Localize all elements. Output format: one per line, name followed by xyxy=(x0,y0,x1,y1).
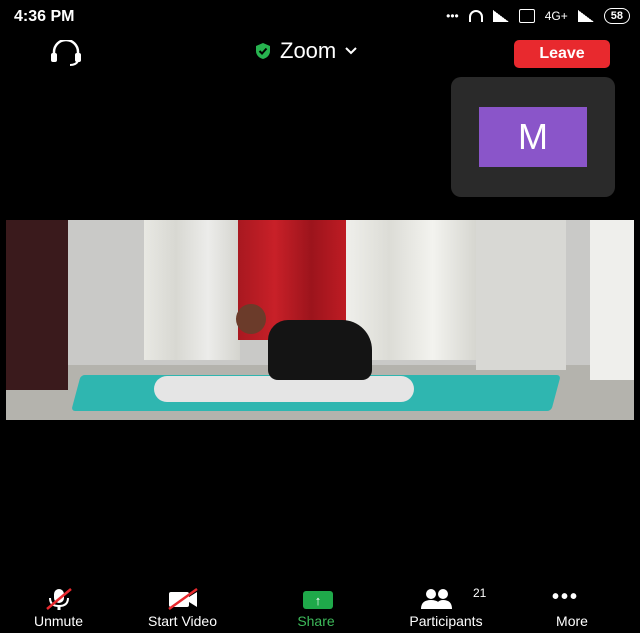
more-button[interactable]: ••• More xyxy=(552,586,592,629)
active-speaker-video[interactable] xyxy=(6,220,634,420)
status-icons: ••• 4G+ 58 xyxy=(446,8,630,24)
share-arrow-icon: ↑ xyxy=(303,591,333,609)
more-label: More xyxy=(556,613,588,629)
self-view-tile[interactable]: M xyxy=(451,77,615,197)
video-cabinet xyxy=(6,220,68,390)
participants-icon xyxy=(421,589,452,609)
video-off-icon xyxy=(167,588,198,610)
share-icon: ↑ xyxy=(296,588,336,610)
headset-icon xyxy=(51,38,81,66)
status-bar: 4:36 PM ••• 4G+ 58 xyxy=(0,0,640,36)
person-torso xyxy=(268,320,372,380)
video-wall xyxy=(476,220,566,370)
meeting-top-bar: Zoom Leave xyxy=(0,36,640,68)
audio-output-button[interactable] xyxy=(46,38,86,66)
unmute-button[interactable]: Unmute xyxy=(34,588,83,629)
participants-label: Participants xyxy=(409,613,483,629)
more-icon: ••• xyxy=(552,586,580,608)
video-door xyxy=(590,220,634,380)
more-dots-status-icon: ••• xyxy=(446,9,459,23)
battery-icon: 58 xyxy=(603,8,630,24)
headphones-status-icon xyxy=(468,10,483,22)
network-type: 4G+ xyxy=(544,9,568,23)
start-video-button[interactable]: Start Video xyxy=(148,588,217,629)
share-button[interactable]: ↑ Share xyxy=(296,588,336,629)
signal-2-icon xyxy=(577,10,594,22)
mic-muted-icon xyxy=(45,588,72,610)
start-video-label: Start Video xyxy=(148,613,218,629)
video-curtain-left xyxy=(144,220,240,360)
participants-count: 21 xyxy=(473,586,487,600)
shield-check-icon xyxy=(256,43,270,59)
signal-icon xyxy=(492,10,509,22)
person-head xyxy=(236,304,266,334)
share-label: Share xyxy=(297,613,335,629)
unmute-label: Unmute xyxy=(34,613,84,629)
status-time: 4:36 PM xyxy=(14,8,75,25)
avatar: M xyxy=(479,107,587,167)
participants-button[interactable]: 21 Participants xyxy=(396,586,496,629)
meeting-title-dropdown[interactable]: Zoom xyxy=(254,38,358,64)
meeting-toolbar: Unmute Start Video ↑ Share 21 Participan… xyxy=(0,586,640,633)
volte-icon xyxy=(518,9,535,23)
leave-button[interactable]: Leave xyxy=(514,40,610,68)
participants-icon-wrap: 21 xyxy=(396,586,496,610)
chevron-down-icon xyxy=(345,47,357,55)
meeting-title: Zoom xyxy=(280,38,337,63)
